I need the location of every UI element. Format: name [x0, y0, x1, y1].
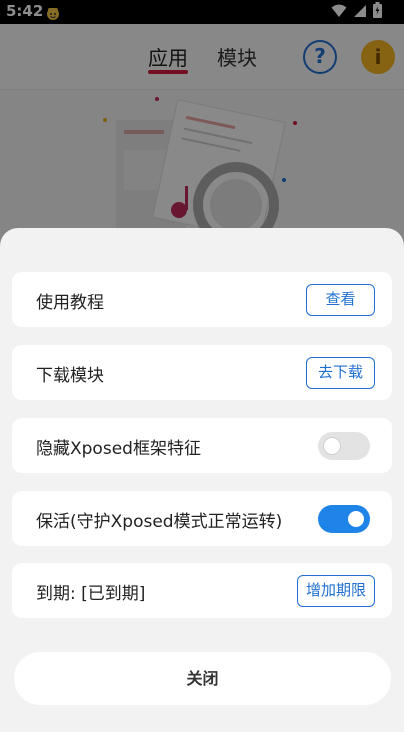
hide-xposed-toggle[interactable]: [318, 432, 370, 460]
extend-term-button[interactable]: 增加期限: [297, 575, 375, 607]
download-module-row: 下载模块 去下载: [12, 345, 392, 400]
download-button[interactable]: 去下载: [306, 357, 375, 389]
settings-bottom-sheet: 使用教程 查看 下载模块 去下载 隐藏Xposed框架特征 保活(守护Xpose…: [0, 228, 404, 732]
view-tutorial-button[interactable]: 查看: [306, 284, 375, 316]
toggle-knob: [324, 438, 340, 454]
toggle-knob: [348, 511, 364, 527]
keep-alive-label: 保活(守护Xposed模式正常运转): [36, 512, 283, 532]
expiry-row: 到期: [已到期] 增加期限: [12, 563, 392, 618]
tutorial-row: 使用教程 查看: [12, 272, 392, 327]
close-button[interactable]: 关闭: [14, 652, 391, 705]
keep-alive-row: 保活(守护Xposed模式正常运转): [12, 491, 392, 546]
hide-xposed-row: 隐藏Xposed框架特征: [12, 418, 392, 473]
expiry-label: 到期: [已到期]: [36, 584, 146, 604]
keep-alive-toggle[interactable]: [318, 505, 370, 533]
download-module-label: 下载模块: [36, 366, 104, 386]
hide-xposed-label: 隐藏Xposed框架特征: [36, 439, 201, 459]
tutorial-label: 使用教程: [36, 293, 104, 313]
